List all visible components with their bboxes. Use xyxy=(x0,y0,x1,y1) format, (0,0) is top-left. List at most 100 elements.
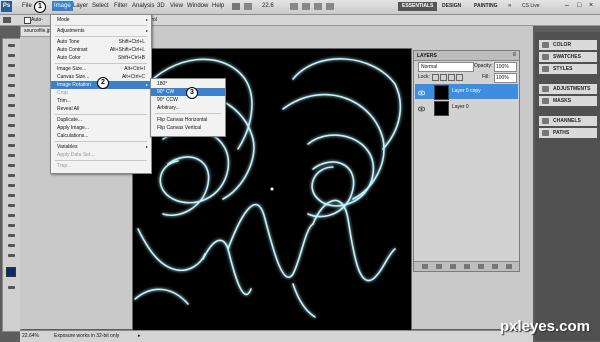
menu-item-trim[interactable]: Trim... xyxy=(51,97,151,105)
layer-style-icon[interactable] xyxy=(436,264,442,269)
path-selection-tool[interactable] xyxy=(6,203,17,209)
panel-swatches[interactable]: SWATCHES xyxy=(539,52,597,62)
arrange-documents-icon[interactable] xyxy=(326,3,334,10)
hand-icon[interactable] xyxy=(290,3,298,10)
menu-item-auto-color[interactable]: Auto Color Shift+Ctrl+B xyxy=(51,54,151,62)
layers-panel-title[interactable]: LAYERS xyxy=(417,53,437,59)
menu-item-calculations[interactable]: Calculations... xyxy=(51,132,151,140)
lock-all-icon[interactable] xyxy=(456,74,463,81)
zoom-level[interactable]: 22.6 xyxy=(262,3,274,9)
foreground-color-swatch[interactable] xyxy=(6,267,16,277)
eyedropper-tool[interactable] xyxy=(6,93,17,99)
menu-item-duplicate[interactable]: Duplicate... xyxy=(51,116,151,124)
panel-adjustments[interactable]: ADJUSTMENTS xyxy=(539,84,597,94)
move-tool[interactable] xyxy=(6,43,17,49)
menu-item-rotate-arbitrary[interactable]: Arbitrary... xyxy=(151,104,225,112)
menu-item-rotate-180[interactable]: 180° xyxy=(151,80,225,88)
menu-item-mode[interactable]: Mode ▸ xyxy=(51,16,151,24)
panel-menu-icon[interactable]: ≡ xyxy=(512,52,516,58)
rotate-view-icon[interactable] xyxy=(314,3,322,10)
crop-tool[interactable] xyxy=(6,83,17,89)
trash-icon[interactable] xyxy=(506,264,512,269)
layer-row-layer-0-copy[interactable]: Layer 0 copy xyxy=(415,84,518,100)
panel-channels[interactable]: CHANNELS xyxy=(539,116,597,126)
fill-input[interactable]: 100% xyxy=(494,73,517,83)
menu-view[interactable]: View xyxy=(170,3,183,9)
auto-select-checkbox[interactable] xyxy=(24,17,31,24)
layer-row-layer-0[interactable]: Layer 0 xyxy=(415,100,518,116)
zoom-tool[interactable] xyxy=(6,253,17,259)
minibridge-icon[interactable] xyxy=(244,3,252,10)
menu-image[interactable]: Image xyxy=(52,1,73,11)
hand-tool[interactable] xyxy=(6,243,17,249)
menu-item-variables[interactable]: Variables ▸ xyxy=(51,143,151,151)
dodge-tool[interactable] xyxy=(6,173,17,179)
lock-transparent-icon[interactable] xyxy=(432,74,439,81)
menu-item-auto-contrast[interactable]: Auto Contrast Alt+Shift+Ctrl+L xyxy=(51,46,151,54)
menu-3d[interactable]: 3D xyxy=(157,3,165,9)
link-layers-icon[interactable] xyxy=(422,264,428,269)
menu-item-auto-tone[interactable]: Auto Tone Shift+Ctrl+L xyxy=(51,38,151,46)
bridge-icon[interactable] xyxy=(232,3,240,10)
close-icon[interactable]: × xyxy=(589,2,593,9)
layer-name[interactable]: Layer 0 copy xyxy=(452,84,481,99)
menu-item-flip-horizontal[interactable]: Flip Canvas Horizontal xyxy=(151,116,225,124)
menu-item-flip-vertical[interactable]: Flip Canvas Vertical xyxy=(151,124,225,132)
type-tool[interactable] xyxy=(6,193,17,199)
menu-item-image-size[interactable]: Image Size... Alt+Ctrl+I xyxy=(51,65,151,73)
lock-position-icon[interactable] xyxy=(448,74,455,81)
clone-stamp-tool[interactable] xyxy=(6,123,17,129)
workspace-design[interactable]: DESIGN xyxy=(438,2,465,11)
eye-icon[interactable] xyxy=(417,88,426,96)
new-layer-icon[interactable] xyxy=(492,264,498,269)
layer-name[interactable]: Layer 0 xyxy=(452,100,469,115)
panel-styles[interactable]: STYLES xyxy=(539,64,597,74)
move-tool-icon[interactable] xyxy=(3,17,11,23)
panel-paths[interactable]: PATHS xyxy=(539,128,597,138)
zoom-tool-icon[interactable] xyxy=(302,3,310,10)
gradient-tool[interactable] xyxy=(6,153,17,159)
menu-item-reveal-all[interactable]: Reveal All xyxy=(51,105,151,113)
blur-tool[interactable] xyxy=(6,163,17,169)
adjustment-layer-icon[interactable] xyxy=(464,264,470,269)
opacity-input[interactable]: 100% xyxy=(494,62,517,72)
workspace-painting[interactable]: PAINTING xyxy=(470,2,502,11)
channels-icon xyxy=(542,118,549,124)
menu-select[interactable]: Select xyxy=(92,3,109,9)
blend-mode-select[interactable]: Normal xyxy=(418,62,474,72)
lock-pixels-icon[interactable] xyxy=(440,74,447,81)
menu-layer[interactable]: Layer xyxy=(73,3,88,9)
history-brush-tool[interactable] xyxy=(6,133,17,139)
menu-file[interactable]: File xyxy=(22,3,32,9)
panel-color[interactable]: COLOR xyxy=(539,40,597,50)
menu-item-apply-image[interactable]: Apply Image... xyxy=(51,124,151,132)
lasso-tool[interactable] xyxy=(6,63,17,69)
quick-select-tool[interactable] xyxy=(6,73,17,79)
healing-brush-tool[interactable] xyxy=(6,103,17,109)
eraser-tool[interactable] xyxy=(6,143,17,149)
status-zoom[interactable]: 22.64% xyxy=(22,333,39,339)
menu-filter[interactable]: Filter xyxy=(114,3,127,9)
menu-analysis[interactable]: Analysis xyxy=(132,3,154,9)
maximize-icon[interactable]: □ xyxy=(577,2,581,9)
submenu-arrow-icon: ▸ xyxy=(145,28,148,33)
shape-tool[interactable] xyxy=(6,213,17,219)
menu-item-adjustments[interactable]: Adjustments ▸ xyxy=(51,27,151,35)
status-arrow-icon[interactable]: ▸ xyxy=(138,333,141,339)
minimize-icon[interactable]: – xyxy=(565,2,569,9)
marquee-tool[interactable] xyxy=(6,53,17,59)
quick-mask-tool[interactable] xyxy=(6,285,17,291)
3d-camera-tool[interactable] xyxy=(6,233,17,239)
workspace-essentials[interactable]: ESSENTIALS xyxy=(398,2,438,11)
menu-window[interactable]: Window xyxy=(187,3,208,9)
eye-icon[interactable] xyxy=(417,104,426,112)
pen-tool[interactable] xyxy=(6,183,17,189)
menu-help[interactable]: Help xyxy=(212,3,224,9)
cs-live[interactable]: CS Live xyxy=(522,3,540,9)
3d-rotate-tool[interactable] xyxy=(6,223,17,229)
brush-tool[interactable] xyxy=(6,113,17,119)
panel-masks[interactable]: MASKS xyxy=(539,96,597,106)
group-icon[interactable] xyxy=(478,264,484,269)
chevron-right-icon[interactable]: » xyxy=(508,3,511,9)
layer-mask-icon[interactable] xyxy=(450,264,456,269)
